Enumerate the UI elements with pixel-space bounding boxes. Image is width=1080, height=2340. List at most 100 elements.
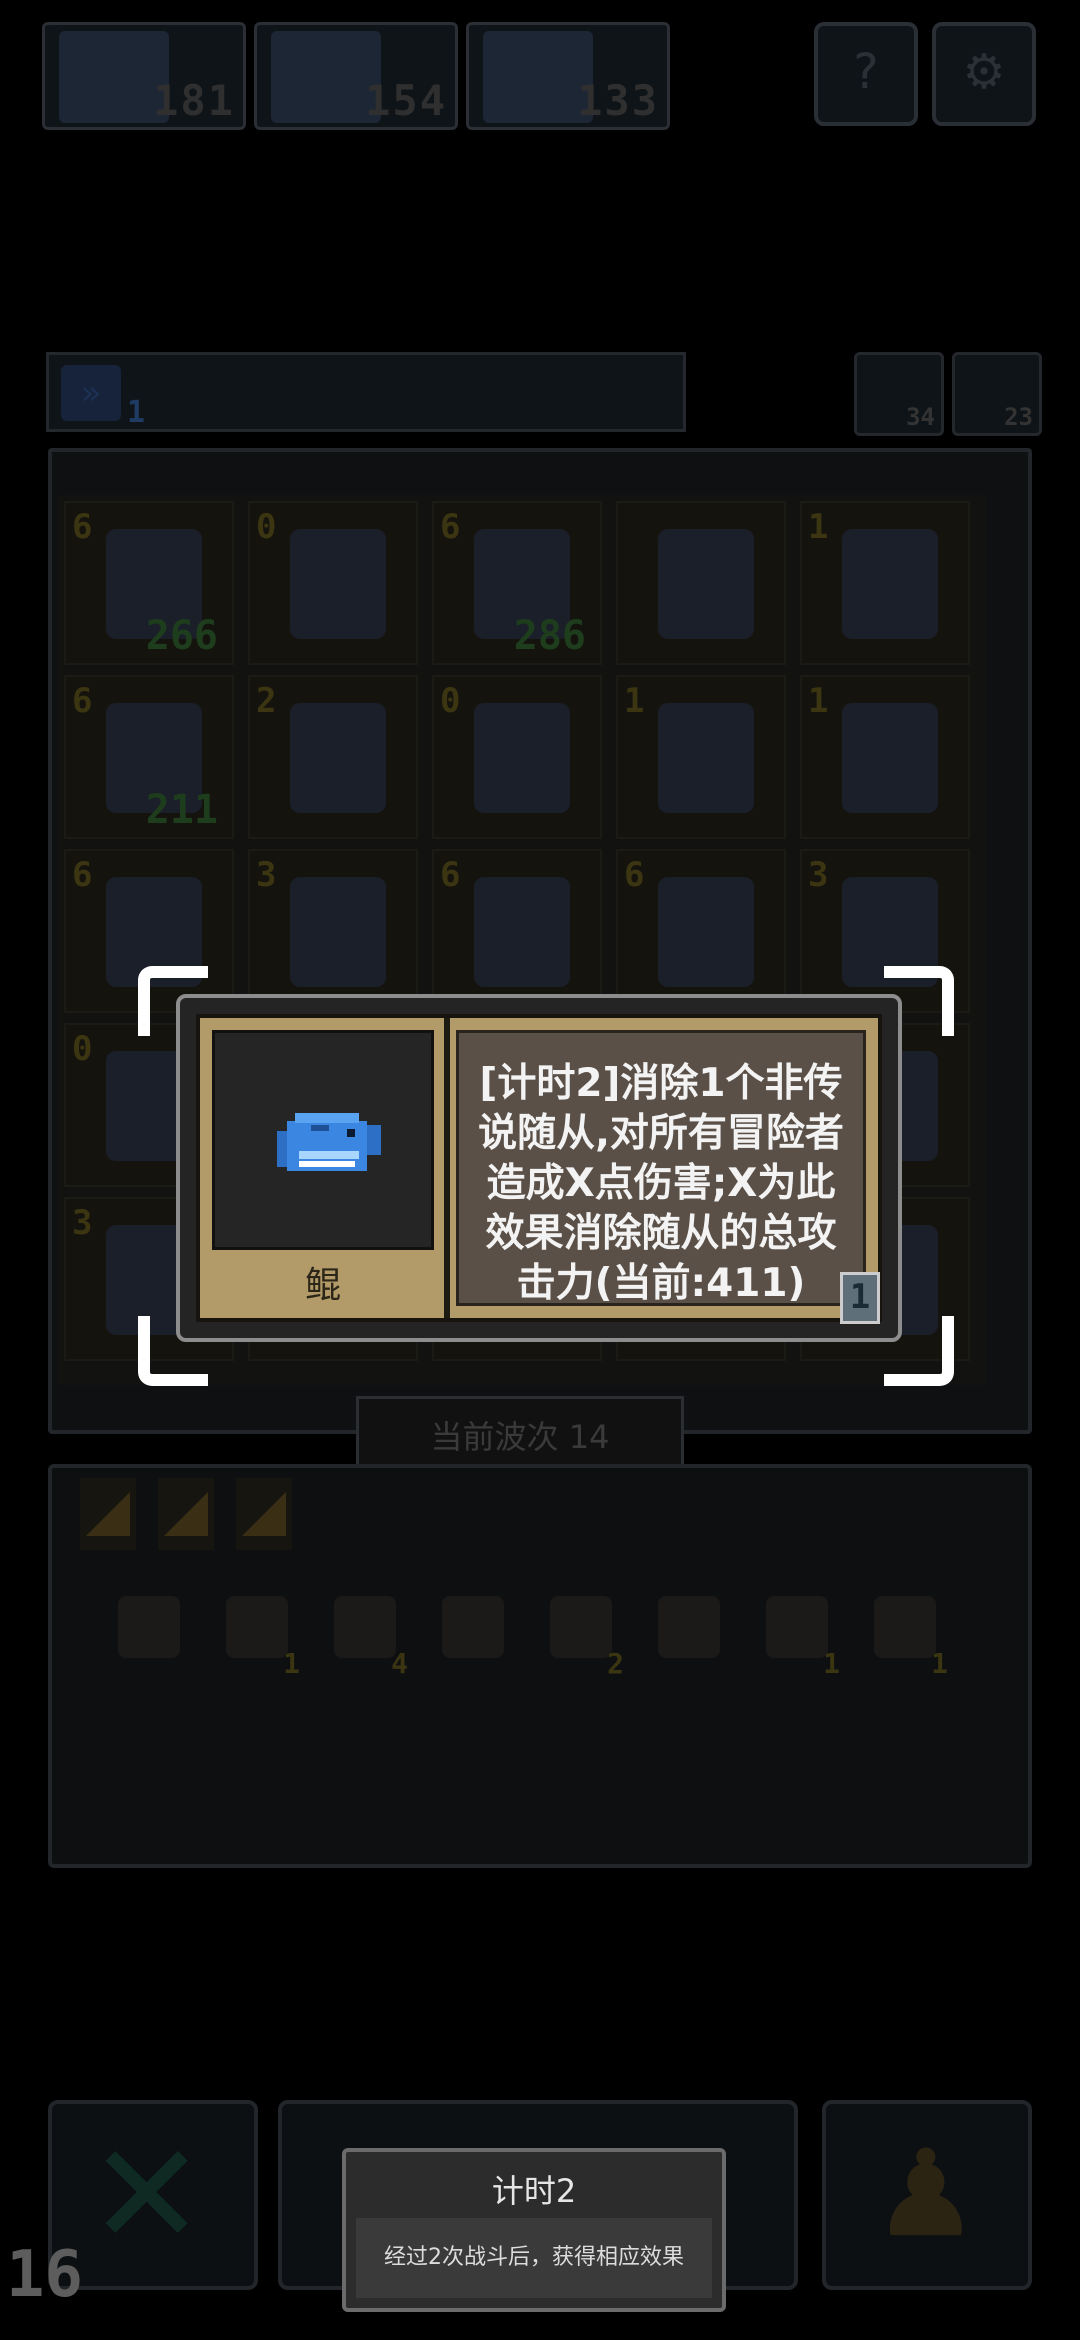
- inventory-tab-3[interactable]: [236, 1478, 292, 1550]
- card-name: 鲲: [304, 1265, 341, 1306]
- minion-level: 0: [256, 507, 277, 547]
- crate-icon: [550, 1596, 612, 1658]
- inventory-item[interactable]: [652, 1590, 732, 1680]
- minion-sprite: [658, 703, 754, 813]
- fast-forward-icon: »: [61, 365, 121, 421]
- party-slot-2[interactable]: 154: [254, 22, 458, 130]
- help-button[interactable]: ?: [814, 22, 918, 126]
- whale-icon: [874, 1596, 936, 1658]
- whale-icon: [277, 1113, 381, 1171]
- hammer-icon: [118, 1596, 180, 1658]
- trophy-count: 23: [1004, 403, 1033, 431]
- minion-level: 1: [808, 681, 829, 721]
- card-count-badge: 1: [840, 1272, 880, 1324]
- card-image: [212, 1030, 434, 1250]
- minion-attack: 211: [145, 787, 218, 833]
- board-cell[interactable]: 6 266: [64, 501, 234, 665]
- settings-button[interactable]: ⚙: [932, 22, 1036, 126]
- minion-level: 6: [72, 681, 93, 721]
- board-cell[interactable]: 6 211: [64, 675, 234, 839]
- minion-level: 0: [440, 681, 461, 721]
- party-slot-1[interactable]: 181: [42, 22, 246, 130]
- minion-level: 6: [440, 855, 461, 895]
- inventory-item[interactable]: 4: [328, 1590, 408, 1680]
- tab-icon: [86, 1492, 130, 1536]
- card-description-box: [计时2]消除1个非传说随从,对所有冒险者造成X点伤害;X为此效果消除随从的总攻…: [456, 1030, 866, 1306]
- minion-level: 3: [72, 1203, 93, 1243]
- board-cell[interactable]: 0: [432, 675, 602, 839]
- minion-sprite: [290, 877, 386, 987]
- minion-attack: 266: [145, 613, 218, 659]
- tab-icon: [164, 1492, 208, 1536]
- board-cell[interactable]: 1: [616, 675, 786, 839]
- minion-sprite: [474, 703, 570, 813]
- card-frame: 鲲 [计时2]消除1个非传说随从,对所有冒险者造成X点伤害;X为此效果消除随从的…: [196, 1014, 882, 1324]
- crystal-icon: [766, 1596, 828, 1658]
- party-count: 181: [153, 76, 235, 125]
- turn-counter: 16: [6, 2238, 84, 2312]
- inventory-item[interactable]: 1: [220, 1590, 300, 1680]
- question-icon: ?: [853, 44, 879, 100]
- party-slot-3[interactable]: 133: [466, 22, 670, 130]
- board-cell[interactable]: 6: [616, 849, 786, 1013]
- board-cell[interactable]: 1: [800, 501, 970, 665]
- inventory-item[interactable]: [112, 1590, 192, 1680]
- refresh-count: 34: [906, 403, 935, 431]
- card-divider: [444, 1018, 450, 1318]
- minion-sprite: [842, 703, 938, 813]
- minion-level: 6: [72, 507, 93, 547]
- minion-level: 6: [624, 855, 645, 895]
- board-cell[interactable]: 2: [248, 675, 418, 839]
- gear-icon: ⚙: [962, 44, 1006, 100]
- item-count: 1: [283, 1647, 300, 1680]
- wand-icon: [334, 1596, 396, 1658]
- minion-attack: 286: [513, 613, 586, 659]
- inventory-tab-2[interactable]: [158, 1478, 214, 1550]
- tooltip-title: 计时2: [491, 2172, 577, 2210]
- dinosaur-icon: [442, 1596, 504, 1658]
- minion-level: 2: [256, 681, 277, 721]
- pawn-icon: ♟: [872, 2125, 980, 2264]
- board-cell[interactable]: 3: [248, 849, 418, 1013]
- item-count: 1: [931, 1647, 948, 1680]
- inventory-tab-1[interactable]: [80, 1478, 136, 1550]
- wave-label: 当前波次 14: [430, 1418, 610, 1456]
- minion-level: 1: [624, 681, 645, 721]
- inventory-item[interactable]: 1: [760, 1590, 840, 1680]
- item-count: 1: [823, 1647, 840, 1680]
- minion-sprite: [842, 529, 938, 639]
- trophy-counter[interactable]: 23: [952, 352, 1042, 436]
- board-cell[interactable]: [616, 501, 786, 665]
- minion-sprite: [290, 529, 386, 639]
- board-cell[interactable]: 0: [248, 501, 418, 665]
- inventory-item[interactable]: 1: [868, 1590, 948, 1680]
- board-cell[interactable]: 6: [432, 849, 602, 1013]
- minion-sprite: [474, 877, 570, 987]
- item-count: 4: [391, 1647, 408, 1680]
- minion-sprite: [658, 529, 754, 639]
- minion-level: 6: [72, 855, 93, 895]
- keyword-tooltip: 计时2 经过2次战斗后，获得相应效果: [342, 2148, 726, 2312]
- party-count: 133: [577, 76, 659, 125]
- minion-level: 1: [808, 507, 829, 547]
- tab-icon: [242, 1492, 286, 1536]
- minion-level: 6: [440, 507, 461, 547]
- refresh-counter[interactable]: 34: [854, 352, 944, 436]
- minion-level: 3: [256, 855, 277, 895]
- inventory-item[interactable]: 2: [544, 1590, 624, 1680]
- pawn-button[interactable]: ♟: [822, 2100, 1032, 2290]
- minion-level: 0: [72, 1029, 93, 1069]
- item-count: 2: [607, 1647, 624, 1680]
- board-cell[interactable]: 6 286: [432, 501, 602, 665]
- tooltip-body: 经过2次战斗后，获得相应效果: [356, 2218, 712, 2298]
- trap-icon: [658, 1596, 720, 1658]
- party-count: 154: [365, 76, 447, 125]
- speed-strip[interactable]: » 1: [46, 352, 686, 432]
- card-description: [计时2]消除1个非传说随从,对所有冒险者造成X点伤害;X为此效果消除随从的总攻…: [478, 1061, 844, 1306]
- minion-level: 3: [808, 855, 829, 895]
- close-icon: ✕: [88, 2114, 206, 2277]
- inventory-item[interactable]: [436, 1590, 516, 1680]
- item-card[interactable]: 鲲 [计时2]消除1个非传说随从,对所有冒险者造成X点伤害;X为此效果消除随从的…: [176, 994, 902, 1342]
- board-cell[interactable]: 1: [800, 675, 970, 839]
- minion-sprite: [290, 703, 386, 813]
